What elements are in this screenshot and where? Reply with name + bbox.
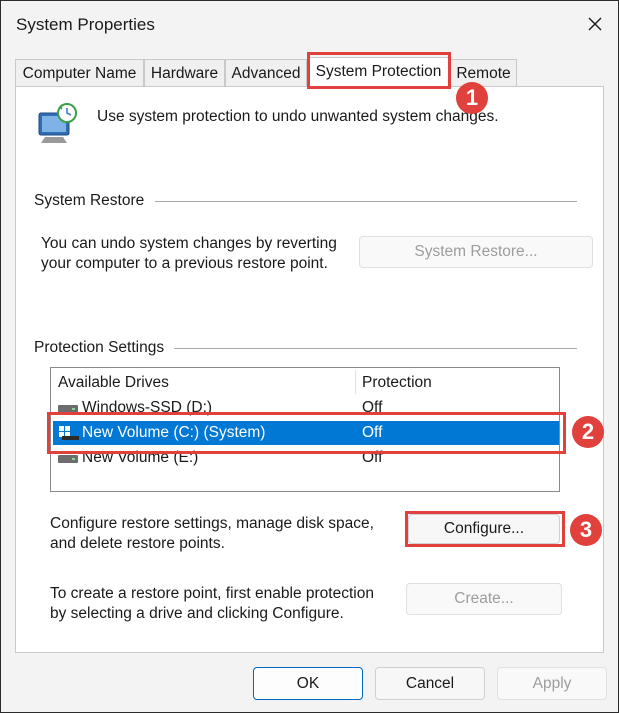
tab-strip: Computer Name Hardware Advanced System P… [15,57,615,87]
annotation-badge-3: 3 [570,514,602,546]
system-restore-group-label: System Restore [34,192,145,209]
column-separator [355,370,356,394]
tab-computer-name[interactable]: Computer Name [15,59,144,86]
system-restore-button[interactable]: System Restore... [359,236,593,268]
protection-settings-divider [174,348,577,349]
tab-system-protection[interactable]: System Protection [307,57,450,87]
system-protection-icon [38,103,77,143]
drive-icon [58,455,78,463]
configure-button[interactable]: Configure... [408,514,560,544]
ok-button[interactable]: OK [253,667,363,700]
title-bar: System Properties [1,1,618,49]
create-description-1: To create a restore point, first enable … [50,585,374,602]
annotation-badge-1: 1 [456,82,488,114]
drives-list[interactable]: Available Drives Protection Windows-SSD … [50,367,560,492]
configure-description-2: and delete restore points. [50,535,225,552]
drive-protection-status: Off [362,424,383,441]
create-description-2: by selecting a drive and clicking Config… [50,605,344,622]
cancel-button[interactable]: Cancel [375,667,485,700]
drive-icon [58,405,78,413]
drive-protection-status: Off [362,399,383,416]
system-restore-description-2: your computer to a previous restore poin… [41,255,328,272]
column-protection[interactable]: Protection [362,373,432,393]
drive-row-new-volume-e[interactable]: New Volume (E:) Off [53,446,559,470]
tab-remote[interactable]: Remote [450,59,517,86]
windows-drive-icon [59,426,79,440]
tab-advanced[interactable]: Advanced [225,59,307,86]
drives-list-header: Available Drives Protection [51,368,559,396]
close-icon [588,17,602,31]
tab-hardware[interactable]: Hardware [144,59,225,86]
intro-text: Use system protection to undo unwanted s… [97,108,499,125]
window-title: System Properties [16,15,155,34]
drive-protection-status: Off [362,449,383,466]
drive-name: New Volume (E:) [82,449,199,466]
close-button[interactable] [582,11,608,37]
annotation-badge-2: 2 [572,416,604,448]
system-restore-description-1: You can undo system changes by reverting [41,235,337,252]
column-available-drives[interactable]: Available Drives [58,373,169,393]
drive-row-new-volume-c[interactable]: New Volume (C:) (System) Off [53,421,559,445]
system-restore-divider [155,201,577,202]
drive-name: Windows-SSD (D:) [82,399,213,416]
system-properties-window: System Properties Computer Name Hardware… [0,0,619,713]
apply-button[interactable]: Apply [497,667,607,700]
drive-row-windows-ssd[interactable]: Windows-SSD (D:) Off [53,396,559,420]
configure-description-1: Configure restore settings, manage disk … [50,515,374,532]
create-button[interactable]: Create... [406,583,562,615]
protection-settings-group-label: Protection Settings [34,339,165,356]
drive-name: New Volume (C:) (System) [82,424,266,441]
